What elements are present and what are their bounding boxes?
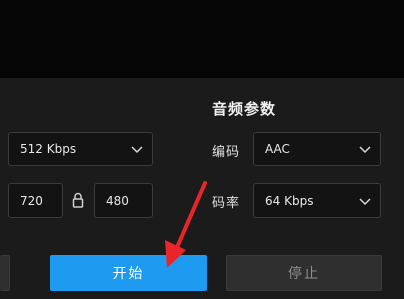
stop-button[interactable]: 停止 — [226, 255, 382, 291]
video-width-input[interactable]: 720 — [8, 183, 63, 218]
audio-section-title: 音频参数 — [212, 100, 277, 118]
chevron-down-icon — [359, 197, 371, 205]
video-bitrate-value: 512 Kbps — [20, 142, 77, 156]
partial-button-left[interactable] — [0, 255, 10, 291]
lock-icon[interactable] — [72, 192, 84, 208]
chevron-down-icon — [359, 146, 371, 154]
audio-codec-value: AAC — [265, 142, 290, 156]
chevron-down-icon — [131, 146, 143, 154]
audio-bitrate-select[interactable]: 64 Kbps — [253, 183, 381, 218]
video-bitrate-select[interactable]: 512 Kbps — [8, 132, 153, 166]
audio-codec-select[interactable]: AAC — [253, 132, 381, 166]
preview-area — [0, 0, 404, 78]
video-height-input[interactable]: 480 — [94, 183, 153, 218]
audio-bitrate-value: 64 Kbps — [265, 193, 314, 208]
video-width-value: 720 — [20, 193, 43, 208]
audio-bitrate-label: 码率 — [212, 196, 241, 211]
video-height-value: 480 — [106, 193, 129, 208]
start-button[interactable]: 开始 — [50, 255, 207, 291]
audio-codec-label: 编码 — [212, 145, 241, 160]
